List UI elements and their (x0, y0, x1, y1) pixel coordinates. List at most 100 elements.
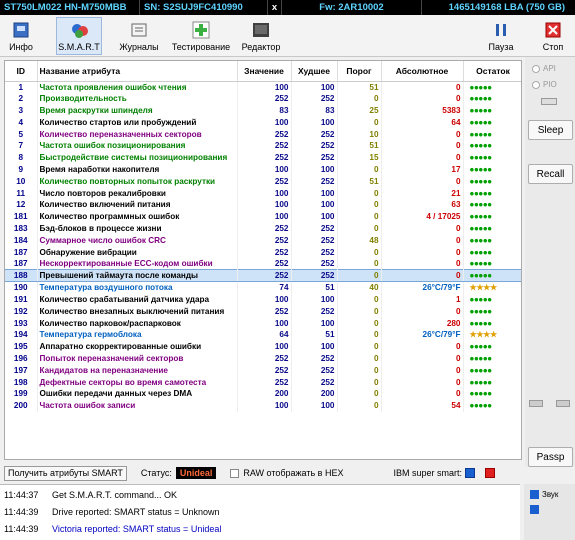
table-row[interactable]: 199 Ошибки передачи данных через DMA 200 20… (5, 387, 521, 400)
cell-id: 200 (5, 399, 38, 412)
cell-id: 197 (5, 364, 38, 377)
table-row[interactable]: 184 Суммарное число ошибок CRC 252 252 48 0 ●●… (5, 234, 521, 247)
table-row[interactable]: 12 Количество включений питания 100 100 0 63 ●… (5, 198, 521, 211)
pio-radio[interactable]: PIO (532, 80, 557, 89)
api-label: API (543, 64, 556, 73)
table-row[interactable]: 191 Количество срабатываний датчика удара… (5, 293, 521, 306)
ibm-checkbox[interactable] (464, 468, 475, 478)
drive-serial: SN: S2SUJ9FC410990 (140, 0, 268, 15)
cell-absolute: 0 (381, 92, 464, 105)
table-row[interactable]: 5 Количество переназначенных секторов 252 2… (5, 128, 521, 140)
cell-value: 252 (237, 139, 292, 152)
close-icon[interactable]: x (268, 0, 282, 15)
cell-threshold: 0 (337, 246, 382, 258)
tab-smart-label: S.M.A.R.T (58, 42, 100, 52)
cell-id: 188 (5, 269, 38, 283)
cell-remaining: ●●●●● (463, 293, 521, 306)
passp-button[interactable]: Passp (528, 447, 573, 467)
table-row[interactable]: 188 Превышений таймаута после команды 252 2… (5, 269, 521, 283)
pio-label: PIO (543, 80, 557, 89)
cell-remaining: ●●●●● (463, 399, 521, 412)
table-row[interactable]: 11 Число повторов рекалибровки 100 100 0 21 ●●… (5, 187, 521, 199)
cell-absolute: 0 (381, 269, 464, 283)
cell-value: 83 (237, 104, 292, 117)
cell-remaining: ●●●●● (463, 163, 521, 176)
tab-journal[interactable]: Журналы (118, 17, 160, 55)
table-row[interactable]: 193 Количество парковок/распарковок 100 100… (5, 317, 521, 329)
cell-id: 183 (5, 222, 38, 235)
table-row[interactable]: 194 Температура гермоблока 64 51 0 26°C/79°F ★… (5, 328, 521, 341)
table-row[interactable]: 200 Частота ошибок записи 100 100 0 54 ●●●●● (5, 399, 521, 412)
table-row[interactable]: 2 Производительность 252 252 0 0 ●●●●● (5, 92, 521, 105)
sleep-button[interactable]: Sleep (528, 120, 573, 140)
table-row[interactable]: 9 Время наработки накопителя 100 100 0 17 ●●●●… (5, 163, 521, 176)
cell-absolute: 0 (381, 128, 464, 140)
api-radio[interactable]: API (532, 64, 556, 73)
table-row[interactable]: 8 Быстродействие системы позиционирования… (5, 151, 521, 164)
cell-name: Температура воздушного потока (37, 281, 238, 294)
table-row[interactable]: 197 Кандидатов на переназначение 252 252 0 0 ●… (5, 364, 521, 377)
cell-threshold: 0 (337, 387, 382, 400)
slider-left[interactable] (529, 400, 543, 407)
slider-right[interactable] (556, 400, 570, 407)
sound-label: Звук (542, 490, 559, 499)
ibm-label: IBM super smart: (393, 468, 462, 478)
header-threshold[interactable]: Порог (337, 61, 382, 82)
table-row[interactable]: 192 Количество внезапных выключений питан… (5, 305, 521, 318)
raw-hex-checkbox[interactable] (230, 468, 240, 478)
header-remaining[interactable]: Остаток (463, 61, 521, 82)
cell-threshold: 48 (337, 234, 382, 247)
log-line: 11:44:39 Victoria reported: SMART status … (0, 522, 520, 536)
tab-smart[interactable]: S.M.A.R.T (56, 17, 102, 55)
cell-absolute: 0 (381, 352, 464, 365)
header-worst[interactable]: Худшее (291, 61, 338, 82)
cell-worst: 252 (291, 92, 338, 105)
header-value[interactable]: Значение (237, 61, 292, 82)
cell-name: Количество внезапных выключений питания (37, 305, 238, 318)
table-row[interactable]: 183 Бэд-блоков в процессе жизни 252 252 0 0 ●●… (5, 222, 521, 235)
ibm-indicator (484, 468, 495, 478)
cell-value: 252 (237, 246, 292, 258)
cell-absolute: 0 (381, 234, 464, 247)
sound-checkbox[interactable] (530, 490, 539, 499)
tab-testing[interactable]: Тестирование (170, 17, 232, 55)
table-row[interactable]: 3 Время раскрутки шпинделя 83 83 25 5383 ●●●●● (5, 104, 521, 117)
option-checkbox[interactable] (530, 505, 539, 514)
tab-editor[interactable]: Редактор (240, 17, 282, 55)
get-smart-button[interactable]: Получить атрибуты SMART (4, 465, 127, 481)
header-id[interactable]: ID (5, 61, 38, 82)
cell-absolute: 0 (381, 387, 464, 400)
table-row[interactable]: 1 Частота проявления ошибок чтения 100 100 5… (5, 81, 521, 93)
cell-absolute: 0 (381, 139, 464, 152)
table-row[interactable]: 10 Количество повторных попыток раскрутки… (5, 175, 521, 188)
table-row[interactable]: 7 Частота ошибок позиционирования 252 252 51… (5, 139, 521, 152)
table-row[interactable]: 190 Температура воздушного потока 74 51 40 26… (5, 281, 521, 294)
cell-id: 196 (5, 352, 38, 365)
table-row[interactable]: 181 Количество программных ошибок 100 100 0 4… (5, 210, 521, 223)
header-name[interactable]: Название атрибута (37, 61, 238, 82)
cell-remaining: ●●●●● (463, 269, 521, 283)
table-row[interactable]: 187 Обнаружение вибрации 252 252 0 0 ●●●●● (5, 246, 521, 258)
cell-name: Ошибки передачи данных через DMA (37, 387, 238, 400)
cell-worst: 252 (291, 222, 338, 235)
recall-button[interactable]: Recall (528, 164, 573, 184)
pause-button[interactable]: Пауза (486, 17, 516, 55)
table-row[interactable]: 198 Дефектные секторы во время самотеста 2… (5, 376, 521, 388)
cell-value: 100 (237, 116, 292, 129)
header-absolute[interactable]: Абсолютное (381, 61, 464, 82)
table-row[interactable]: 196 Попыток переназначений секторов 252 252… (5, 352, 521, 365)
cell-absolute: 0 (381, 175, 464, 188)
table-row[interactable]: 195 Аппаратно скорректированные ошибки 100… (5, 340, 521, 353)
drive-capacity: 1465149168 LBA (750 GB) (448, 2, 565, 13)
stop-button[interactable]: Стоп (538, 17, 568, 55)
cell-name: Количество включений питания (37, 198, 238, 211)
cell-name: Кандидатов на переназначение (37, 364, 238, 377)
cell-worst: 100 (291, 81, 338, 93)
tab-info[interactable]: Инфо (4, 17, 38, 55)
table-row[interactable]: 187 Нескорректированные ECC-кодом ошибки 2… (5, 257, 521, 270)
cell-worst: 252 (291, 128, 338, 140)
raw-hex-label: RAW отображать в HEX (243, 468, 344, 478)
table-row[interactable]: 4 Количество стартов или пробуждений 100 10… (5, 116, 521, 129)
status-bar: Получить атрибуты SMART Статус: Unideal … (4, 465, 522, 481)
cell-absolute: 1 (381, 293, 464, 306)
